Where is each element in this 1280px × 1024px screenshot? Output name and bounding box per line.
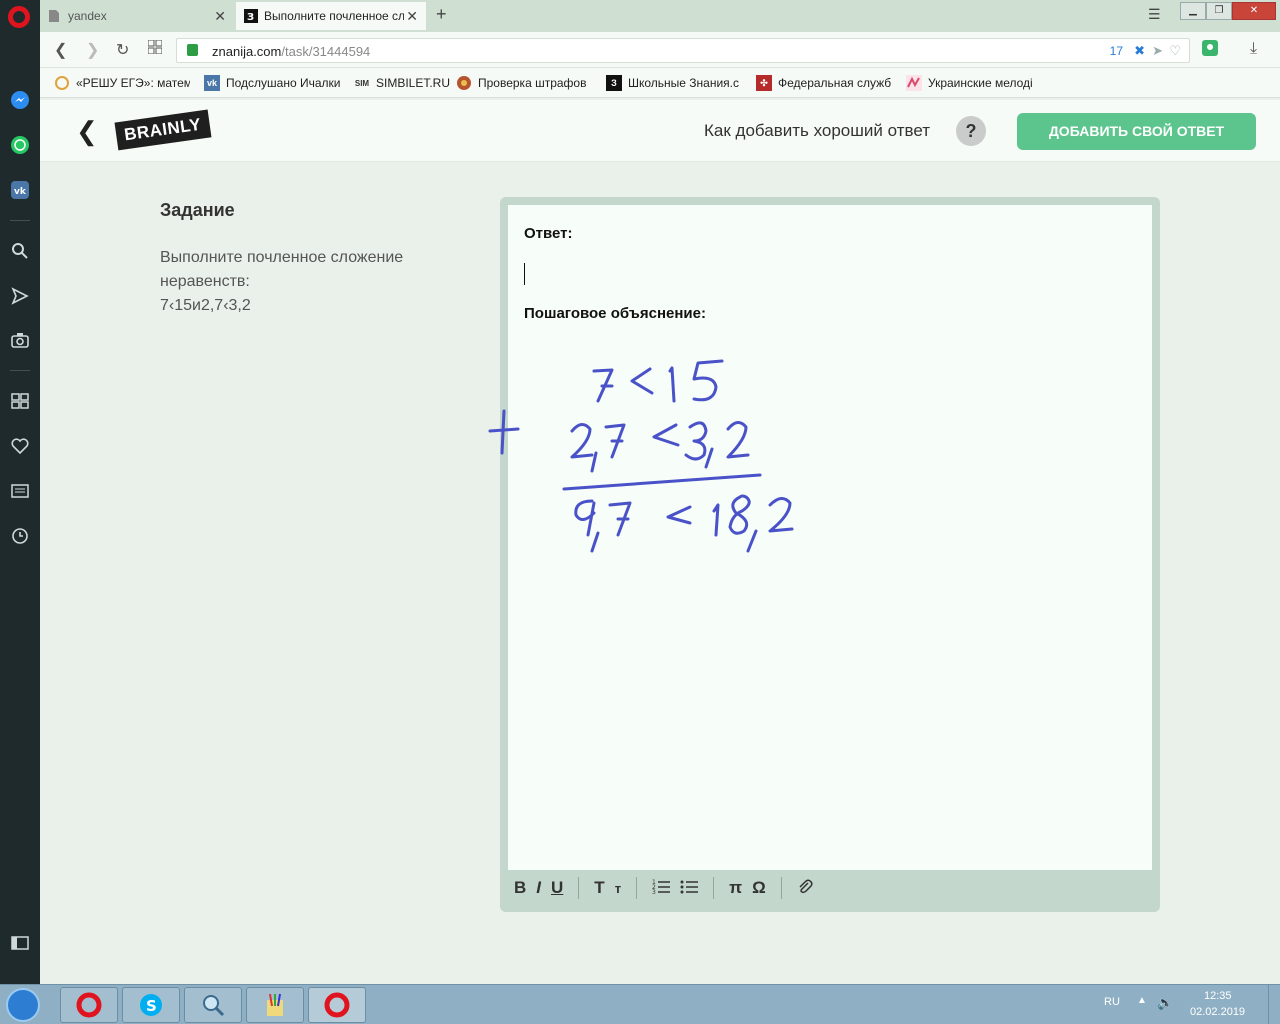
bookmark-simbilet[interactable]: SIM SIMBILET.RU [354, 75, 454, 91]
fns-icon: ✣ [756, 75, 772, 91]
windows-taskbar: S RU ▲ 🔈 12:35 02.02.2019 [0, 984, 1280, 1024]
clock-time[interactable]: 12:35 [1204, 990, 1232, 1002]
ad-block-counter[interactable]: 17 [1110, 44, 1123, 58]
messenger-icon[interactable] [8, 88, 32, 112]
speed-dial-icon[interactable] [147, 39, 163, 59]
close-icon[interactable]: ✕ [214, 8, 226, 25]
help-icon[interactable]: ? [956, 116, 986, 146]
show-desktop-button[interactable] [1268, 985, 1280, 1024]
camera-icon[interactable] [8, 328, 32, 352]
brainly-logo[interactable]: BRAINLY [114, 109, 211, 151]
download-icon[interactable]: ⤓ [1250, 40, 1257, 58]
bookmark-ukr-melodii[interactable]: Украинские мелоді [906, 75, 1044, 91]
bookmark-fns[interactable]: ✣ Федеральная служб [756, 75, 894, 91]
close-icon[interactable]: ✕ [406, 8, 418, 25]
attach-icon[interactable] [797, 878, 813, 899]
bookmarks-bar: «РЕШУ ЕГЭ»: матема vk Подслушано Ичалки … [40, 68, 1280, 98]
svg-text:3: 3 [652, 889, 656, 894]
speed-dial-icon[interactable] [8, 389, 32, 413]
svg-text:vk: vk [14, 187, 27, 197]
window-close-icon[interactable]: ✕ [1232, 2, 1276, 20]
sidebar-toggle-icon[interactable] [8, 931, 32, 955]
bullet-list-icon[interactable] [680, 878, 699, 899]
heading-small-button[interactable]: т [615, 881, 621, 896]
back-chevron-icon[interactable]: ❮ [76, 116, 98, 147]
tray-expand-icon[interactable]: ▲ [1137, 995, 1147, 1006]
search-icon[interactable] [8, 239, 32, 263]
ad-block-icon[interactable]: ✖ [1134, 43, 1145, 59]
editor-toolbar: B I U T т 123 π Ω [508, 870, 1152, 906]
tab-task[interactable]: З Выполните почленное сл ✕ [236, 2, 426, 30]
vk-icon[interactable]: vk [8, 178, 32, 202]
bookmark-shtrafy[interactable]: Проверка штрафов [456, 75, 590, 91]
send-icon[interactable]: ➤ [1152, 43, 1163, 59]
bookmark-znanija[interactable]: З Школьные Знания.с [606, 75, 744, 91]
navigation-bar: ❮ ❯ ↻ znanija.com/task/31444594 17 ✖ ➤ ♡… [40, 32, 1280, 68]
address-bar[interactable]: znanija.com/task/31444594 17 ✖ ➤ ♡ [176, 38, 1190, 63]
omega-button[interactable]: Ω [752, 878, 766, 898]
paint-icon[interactable] [246, 987, 304, 1023]
back-icon[interactable]: ❮ [54, 40, 67, 60]
opera-active-taskbar-icon[interactable] [308, 987, 366, 1023]
magnifier-icon[interactable] [184, 987, 242, 1023]
url-text[interactable]: znanija.com/task/31444594 [212, 44, 370, 59]
windows-start-icon[interactable] [6, 988, 40, 1022]
new-tab-plus-icon[interactable]: + [436, 4, 447, 25]
znanija-icon: З [606, 75, 622, 91]
tab-label: yandex [68, 9, 107, 23]
language-indicator[interactable]: RU [1104, 996, 1120, 1008]
whatsapp-icon[interactable] [8, 133, 32, 157]
skype-icon[interactable]: S [122, 987, 180, 1023]
task-title: Задание [160, 200, 235, 220]
task-text: Выполните почленное сложение неравенств:… [160, 249, 404, 314]
tab-label: Выполните почленное сл [264, 9, 404, 23]
news-icon[interactable] [8, 479, 32, 503]
sim-icon: SIM [354, 78, 370, 88]
ordered-list-icon[interactable]: 123 [652, 878, 671, 899]
wave-icon [906, 75, 922, 91]
heading-large-button[interactable]: T [594, 878, 604, 898]
bookmark-reshu-ege[interactable]: «РЕШУ ЕГЭ»: матема [54, 75, 190, 91]
how-to-answer-link[interactable]: Как добавить хороший ответ [704, 121, 930, 141]
tab-yandex[interactable]: yandex ✕ [40, 2, 234, 30]
volume-icon[interactable]: 🔈 [1157, 995, 1173, 1011]
lock-icon [187, 44, 198, 56]
answer-editor: Ответ: Пошаговое объяснение: B I U T т 1… [488, 197, 1160, 912]
tab-bar: yandex ✕ З Выполните почленное сл ✕ + ☰ … [40, 0, 1280, 32]
opera-taskbar-icon[interactable] [60, 987, 118, 1023]
svg-text:S: S [146, 997, 157, 1015]
brainly-header: ❮ BRAINLY Как добавить хороший ответ ? Д… [40, 100, 1280, 162]
pi-button[interactable]: π [729, 878, 742, 898]
bookmark-podslushano[interactable]: vk Подслушано Ичалки [204, 75, 344, 91]
heart-icon[interactable] [8, 434, 32, 458]
history-icon[interactable] [8, 524, 32, 548]
opera-sidebar: vk [0, 0, 40, 984]
emblem-icon [456, 75, 472, 91]
send-icon[interactable] [8, 284, 32, 308]
minimize-icon[interactable]: ▁ [1180, 2, 1206, 20]
tab-menu-icon[interactable]: ☰ [1148, 6, 1161, 23]
clock-date[interactable]: 02.02.2019 [1190, 1006, 1245, 1018]
opera-logo-icon[interactable] [8, 6, 30, 28]
heart-icon[interactable]: ♡ [1169, 43, 1181, 59]
svg-text:З: З [247, 12, 254, 23]
vpn-icon[interactable] [1202, 40, 1218, 61]
reload-icon[interactable]: ↻ [116, 40, 129, 60]
document-icon [48, 9, 62, 23]
vk-icon: vk [204, 75, 220, 91]
bold-button[interactable]: B [514, 878, 526, 898]
editor-text-area[interactable]: Ответ: Пошаговое объяснение: [508, 205, 1152, 870]
sun-icon [54, 75, 70, 91]
handwritten-solution-image [562, 359, 794, 553]
add-answer-button[interactable]: ДОБАВИТЬ СВОЙ ОТВЕТ [1017, 113, 1256, 150]
maximize-icon[interactable]: ❐ [1206, 2, 1232, 20]
znanija-icon: З [244, 9, 258, 23]
forward-icon[interactable]: ❯ [86, 40, 99, 60]
italic-button[interactable]: I [536, 878, 541, 898]
plus-sign-handwritten [488, 409, 520, 455]
underline-button[interactable]: U [551, 878, 563, 898]
